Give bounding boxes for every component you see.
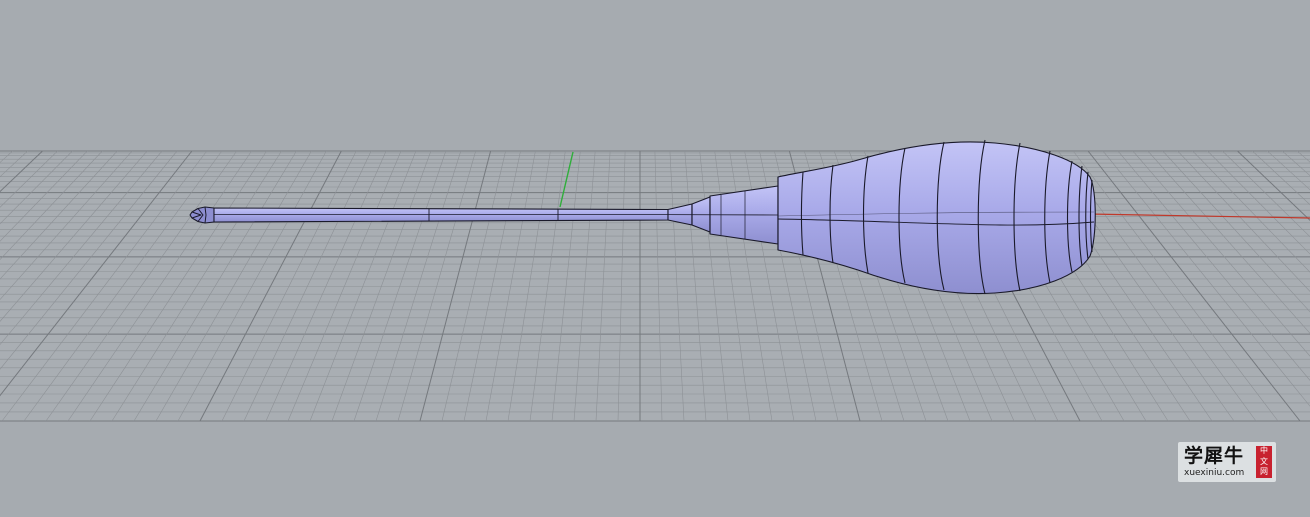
watermark-seal: 中 文 网 (1256, 446, 1272, 478)
perspective-viewport[interactable] (0, 0, 1310, 517)
seal-char-2: 文 (1260, 456, 1268, 466)
watermark-url: xuexiniu.com (1184, 468, 1245, 478)
xuexiniu-watermark: 学犀牛 xuexiniu.com 中 文 网 (1178, 442, 1276, 482)
watermark-brand: 学犀牛 (1184, 445, 1245, 467)
construction-grid (0, 150, 1310, 422)
seal-char-1: 中 (1260, 446, 1268, 455)
seal-char-3: 网 (1260, 467, 1268, 476)
screwdriver-shaft[interactable] (213, 207, 669, 223)
